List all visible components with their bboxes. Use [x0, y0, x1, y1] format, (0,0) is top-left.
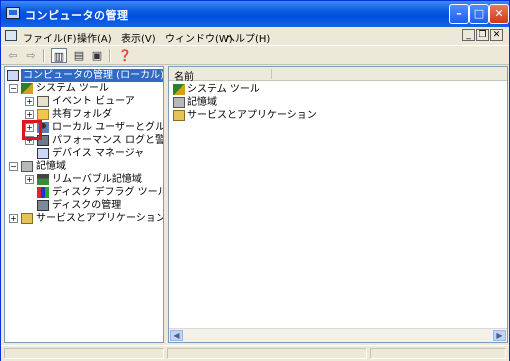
- show-hide-tree-icon[interactable]: ▥: [51, 48, 67, 63]
- window-title: コンピュータの管理: [25, 9, 129, 22]
- menu-help[interactable]: ヘルプ(H): [225, 30, 270, 45]
- computer-management-icon: [6, 7, 20, 19]
- menu-view[interactable]: 表示(V): [121, 30, 156, 45]
- folder-icon: [37, 109, 49, 120]
- list-item-label: システム ツール: [187, 84, 260, 95]
- storage-icon: [173, 97, 185, 108]
- toolbar: ⇦ ⇨ ▥ ▤ ▣ ❓: [1, 45, 509, 65]
- tree-label: パフォーマンス ログと警告: [52, 135, 164, 146]
- expand-icon[interactable]: +: [25, 97, 34, 106]
- expand-icon[interactable]: +: [25, 175, 34, 184]
- tree-root-label: コンピュータの管理 (ローカル): [21, 69, 164, 82]
- menu-file[interactable]: ファイル(F): [23, 30, 77, 45]
- tree-label: ローカル ユーザーとグループ: [52, 122, 164, 133]
- tree-label: 共有フォルダ: [52, 109, 112, 120]
- toolbar-separator: [109, 49, 111, 62]
- close-button[interactable]: ✕: [489, 4, 509, 24]
- list-item-label: 記憶域: [187, 97, 217, 108]
- highlight-box: [22, 120, 42, 140]
- mdi-minimize-button[interactable]: _: [462, 29, 475, 41]
- minimize-button[interactable]: –: [449, 4, 469, 24]
- column-header-label: 名前: [174, 72, 194, 83]
- computer-management-window: コンピュータの管理 – □ ✕ ファイル(F) 操作(A) 表示(V) ウィンド…: [0, 0, 510, 361]
- title-bar[interactable]: コンピュータの管理 – □ ✕: [1, 1, 509, 27]
- mdi-controls: _ ❐ ✕: [461, 29, 503, 41]
- system-tools-icon: [173, 84, 185, 95]
- list-item-label: サービスとアプリケーション: [187, 110, 317, 121]
- system-menu-icon[interactable]: [5, 30, 17, 41]
- properties-icon[interactable]: ▤: [71, 48, 87, 63]
- tree-label: ディスク デフラグ ツール: [52, 187, 164, 198]
- tree-label: イベント ビューア: [52, 96, 135, 107]
- expand-icon[interactable]: +: [25, 110, 34, 119]
- scroll-right-icon[interactable]: ▶: [493, 330, 506, 341]
- services-apps-icon: [173, 110, 185, 121]
- event-viewer-icon: [37, 96, 49, 107]
- mdi-close-button[interactable]: ✕: [490, 29, 503, 41]
- collapse-icon[interactable]: −: [9, 84, 18, 93]
- tree-label: デバイス マネージャ: [52, 148, 145, 159]
- help-icon[interactable]: ❓: [117, 48, 133, 63]
- menu-bar: ファイル(F) 操作(A) 表示(V) ウィンドウ(W) ヘルプ(H) _ ❐ ✕: [1, 27, 509, 45]
- tree-label: リムーバブル記憶域: [52, 174, 142, 185]
- storage-icon: [21, 161, 33, 172]
- tree-label: サービスとアプリケーション: [36, 213, 164, 224]
- column-divider[interactable]: [271, 69, 272, 79]
- status-cell-tertiary: [370, 348, 506, 359]
- disk-management-icon: [37, 200, 49, 211]
- column-header-name[interactable]: 名前: [169, 67, 507, 83]
- maximize-button[interactable]: □: [469, 4, 489, 24]
- tree-pane[interactable]: コンピュータの管理 (ローカル) − システム ツール + イベント ビューア …: [4, 66, 164, 343]
- toolbar-separator: [43, 49, 45, 62]
- services-apps-icon: [21, 213, 33, 224]
- status-bar: [1, 345, 509, 361]
- mdi-restore-button[interactable]: ❐: [476, 29, 489, 41]
- device-manager-icon: [37, 148, 49, 159]
- menu-window[interactable]: ウィンドウ(W): [165, 30, 233, 45]
- scroll-left-icon[interactable]: ◀: [170, 330, 183, 341]
- export-list-icon[interactable]: ▣: [89, 48, 105, 63]
- status-cell-main: [4, 348, 164, 359]
- forward-arrow-icon[interactable]: ⇨: [23, 48, 39, 63]
- horizontal-scrollbar[interactable]: ◀ ▶: [169, 328, 507, 342]
- collapse-icon[interactable]: −: [9, 162, 18, 171]
- computer-icon: [7, 70, 19, 81]
- list-pane[interactable]: 名前 システム ツール 記憶域 サービスとアプリケーション ◀ ▶: [168, 66, 508, 343]
- tree-label: 記憶域: [36, 161, 66, 172]
- removable-storage-icon: [37, 174, 49, 185]
- tree-label: ディスクの管理: [52, 200, 122, 211]
- status-cell-secondary: [167, 348, 367, 359]
- defrag-icon: [37, 187, 49, 198]
- back-arrow-icon[interactable]: ⇦: [5, 48, 21, 63]
- tree-label: システム ツール: [36, 83, 109, 94]
- expand-icon[interactable]: +: [9, 214, 18, 223]
- system-tools-icon: [21, 83, 33, 94]
- menu-action[interactable]: 操作(A): [77, 30, 112, 45]
